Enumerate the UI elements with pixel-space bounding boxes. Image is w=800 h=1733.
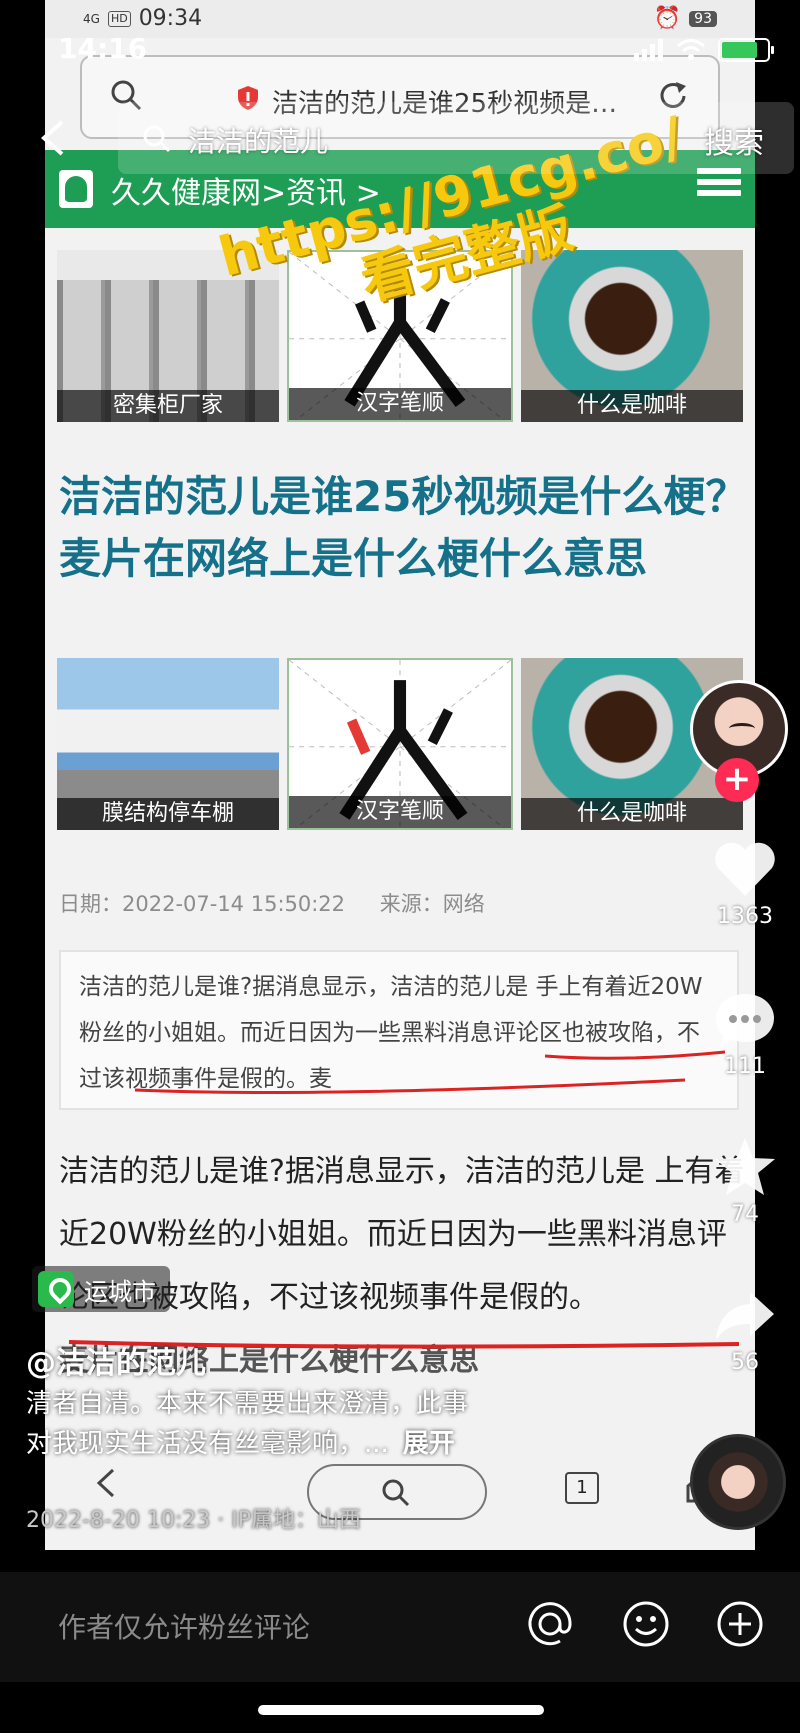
top-search-bar: 洁洁的范儿 搜索: [30, 100, 794, 176]
ad-caption: 汉字笔顺: [289, 796, 511, 828]
article-source: 网络: [442, 892, 485, 916]
location-pin-icon: [38, 1271, 74, 1307]
search-button[interactable]: 搜索: [704, 118, 764, 162]
article-date: 2022-07-14 15:50:22: [122, 892, 346, 916]
share-button[interactable]: 56: [700, 1286, 790, 1375]
battery-icon: [718, 38, 774, 62]
ad-tile[interactable]: 膜结构停车棚: [57, 658, 279, 830]
home-indicator[interactable]: [258, 1705, 544, 1715]
like-count: 1363: [717, 904, 773, 929]
search-icon: [143, 125, 171, 153]
status-time: 14:16: [58, 32, 148, 65]
author-name[interactable]: @洁洁的范儿: [26, 1338, 206, 1382]
ad-tile[interactable]: 汉字笔顺: [287, 658, 513, 830]
ad-caption: 汉字笔顺: [289, 388, 511, 420]
date-label: 日期：: [59, 892, 122, 916]
ad-caption: 密集柜厂家: [57, 390, 279, 422]
favorite-button[interactable]: 74: [700, 1136, 790, 1227]
inner-battery: 93: [689, 10, 717, 27]
share-count: 56: [731, 1350, 759, 1375]
at-mention-icon[interactable]: [524, 1598, 576, 1650]
status-bar: 14:16: [0, 32, 800, 72]
inner-hd-badge: HD: [107, 10, 131, 27]
location-tag[interactable]: 运城市: [32, 1266, 170, 1312]
post-date-ip: 2022-8-20 10:23 · IP属地：山西: [26, 1508, 361, 1533]
cellular-signal-icon: [634, 39, 663, 61]
article-title: 洁洁的范儿是谁25秒视频是什么梗？ 麦片在网络上是什么梗什么意思: [59, 472, 748, 583]
share-arrow-icon: [716, 1292, 774, 1340]
star-icon: [715, 1138, 775, 1195]
ad-tile[interactable]: 什么是咖啡: [521, 250, 743, 422]
source-label: 来源：: [379, 892, 443, 916]
comment-icon: [716, 994, 774, 1047]
handwritten-underline: [134, 1050, 726, 1094]
follow-button[interactable]: +: [715, 758, 759, 802]
heart-icon: [715, 842, 775, 896]
video-frame[interactable]: 4G HD 09:34 ⏰ 93 洁洁的范儿是谁25秒视频是… 久久健康网>资讯…: [45, 0, 755, 1550]
wifi-icon: [677, 39, 705, 60]
article-meta: 日期：2022-07-14 15:50:22 来源：网络: [59, 888, 485, 918]
ad-caption: 什么是咖啡: [521, 798, 743, 830]
back-icon[interactable]: [38, 118, 68, 158]
ad-row-bottom: 膜结构停车棚 汉字笔顺 什么是咖啡: [57, 658, 743, 830]
comment-bar: 作者仅允许粉丝评论: [0, 1572, 800, 1682]
inner-network-indicator: 4G: [83, 11, 100, 26]
inner-time: 09:34: [138, 6, 203, 31]
music-disc-icon[interactable]: [690, 1434, 786, 1530]
add-icon[interactable]: [714, 1598, 766, 1650]
expand-caption-button[interactable]: 展开: [403, 1429, 455, 1459]
nav-tabs-button[interactable]: 1: [565, 1472, 599, 1504]
ad-caption: 膜结构停车棚: [57, 798, 279, 830]
search-input[interactable]: 洁洁的范儿 搜索: [118, 102, 794, 174]
caption-line: 对我现实生活没有丝毫影响，...: [26, 1429, 389, 1459]
caption-line: 清者自清。本来不需要出来澄清，此事: [26, 1389, 469, 1419]
emoji-icon[interactable]: [620, 1598, 672, 1650]
favorite-count: 74: [731, 1202, 759, 1227]
location-name: 运城市: [84, 1277, 156, 1306]
nav-search-icon: [382, 1479, 410, 1507]
comment-input[interactable]: 作者仅允许粉丝评论: [58, 1606, 310, 1646]
nav-back-icon[interactable]: [95, 1468, 117, 1498]
search-query: 洁洁的范儿: [188, 125, 329, 158]
alarm-icon: ⏰: [653, 6, 682, 31]
like-button[interactable]: 1363: [700, 840, 790, 929]
comment-count: 111: [724, 1054, 766, 1079]
ad-caption: 什么是咖啡: [521, 390, 743, 422]
video-caption: 清者自清。本来不需要出来澄清，此事 对我现实生活没有丝毫影响，... 展开: [26, 1384, 626, 1464]
comment-button[interactable]: 111: [700, 990, 790, 1079]
